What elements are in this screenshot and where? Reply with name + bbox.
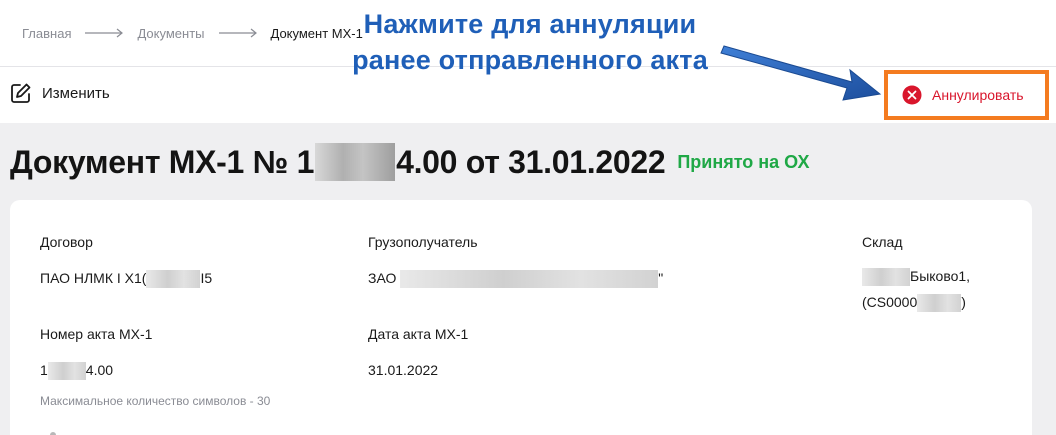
act-date-value: 31.01.2022 (368, 362, 439, 378)
warehouse-line1-suffix: Быково1, (910, 268, 971, 284)
warehouse-value-line2: (CS0000) (862, 294, 966, 313)
status-badge: Принято на ОХ (677, 151, 810, 172)
title-suffix: 4.00 от 31.01.2022 (396, 143, 666, 180)
redacted-block (862, 268, 910, 287)
breadcrumb-home[interactable]: Главная (22, 26, 71, 41)
warehouse-line2-prefix: (CS0000 (862, 294, 918, 310)
consignee-value-prefix: ЗАО (368, 270, 397, 286)
edit-button[interactable]: Изменить (10, 80, 110, 106)
act-date-label: Дата акта МХ-1 (368, 326, 469, 342)
details-card: Договор ПАО НЛМК I Х1( I5 Грузополучатель… (10, 200, 1032, 435)
edit-button-label: Изменить (42, 84, 110, 102)
consignee-value: ЗАО " (368, 270, 664, 289)
redacted-block (146, 270, 201, 289)
redacted-block (917, 294, 962, 313)
instruction-callout: Нажмите для аннуляции ранее отправленног… (330, 6, 730, 78)
callout-line-1: Нажмите для аннуляции (363, 9, 697, 39)
consignee-label: Грузополучатель (368, 234, 478, 250)
contract-value-prefix: ПАО НЛМК I Х1( (40, 270, 147, 286)
arrow-right-icon (218, 28, 257, 38)
breadcrumb-documents[interactable]: Документы (137, 26, 204, 41)
page-title: Документ МХ-1 № 1 4.00 от 31.01.2022 При… (10, 140, 810, 184)
act-number-prefix: 1 (40, 362, 48, 378)
contract-value: ПАО НЛМК I Х1( I5 (40, 270, 213, 289)
contract-value-suffix: I5 (200, 270, 213, 286)
title-prefix: Документ МХ-1 № 1 (10, 143, 315, 180)
act-number-hint: Максимальное количество символов - 30 (40, 394, 271, 408)
close-circle-icon (902, 85, 922, 105)
annul-button-label: Аннулировать (932, 87, 1024, 103)
redacted-block (315, 143, 396, 181)
arrow-right-icon (85, 28, 124, 38)
breadcrumb: Главная Документы Документ МХ-1 (22, 24, 363, 42)
consignee-value-suffix: " (658, 270, 664, 286)
pencil-edit-icon (11, 83, 31, 103)
redacted-block (400, 270, 659, 289)
act-number-value: 1 4.00 (40, 362, 114, 381)
annul-button[interactable]: Аннулировать (884, 70, 1049, 120)
redacted-block (47, 362, 86, 381)
callout-line-2: ранее отправленного акта (352, 45, 708, 75)
contract-label: Договор (40, 234, 93, 250)
act-number-label: Номер акта МХ-1 (40, 326, 153, 342)
act-number-suffix: 4.00 (85, 362, 114, 378)
warehouse-value-line1: Быково1, (862, 268, 971, 287)
warehouse-label: Склад (862, 234, 903, 250)
warehouse-line2-suffix: ) (961, 294, 966, 310)
